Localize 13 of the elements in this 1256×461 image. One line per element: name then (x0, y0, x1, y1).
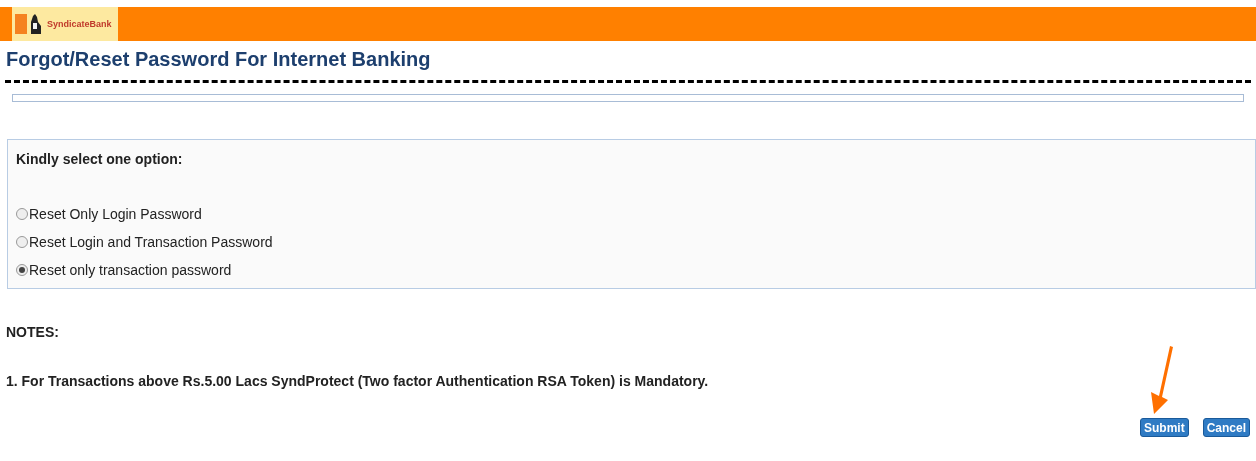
radio-option[interactable]: Reset Login and Transaction Password (16, 232, 1255, 252)
logo-text: SyndicateBank (47, 19, 112, 29)
notes-heading: NOTES: (5, 323, 60, 342)
radio-option[interactable]: Reset only transaction password (16, 260, 1255, 280)
page-title: Forgot/Reset Password For Internet Banking (5, 47, 432, 71)
submit-button[interactable]: Submit (1139, 418, 1189, 437)
radio-button[interactable] (16, 236, 28, 248)
radio-button[interactable] (16, 264, 28, 276)
radio-button[interactable] (16, 208, 28, 220)
note-text: 1. For Transactions above Rs.5.00 Lacs SyndProtect (Two factor Authentication RSA Token) is Mandatory. (5, 372, 710, 391)
prompt-text: Kindly select one option: (16, 150, 184, 169)
radio-option[interactable]: Reset Only Login Password (16, 204, 1255, 224)
cancel-button[interactable]: Cancel (1202, 418, 1250, 437)
